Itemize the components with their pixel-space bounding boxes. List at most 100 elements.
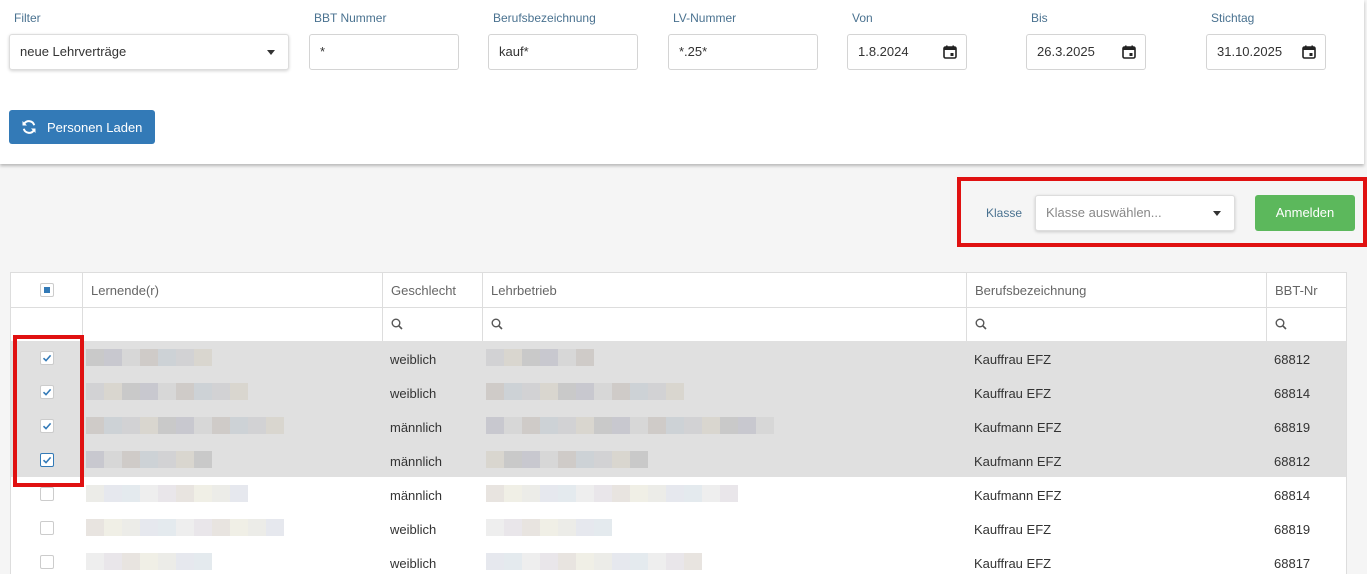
klasse-placeholder: Klasse auswählen... xyxy=(1046,205,1162,220)
cell-lernende xyxy=(82,477,382,511)
geschlecht-text: weiblich xyxy=(390,352,437,367)
klasse-select[interactable]: Klasse auswählen... xyxy=(1035,195,1235,231)
bbt-text: 68819 xyxy=(1274,420,1311,435)
beruf-text: Kauffrau EFZ xyxy=(974,386,1052,401)
row-checkbox[interactable] xyxy=(40,521,54,535)
redacted-text xyxy=(486,383,684,400)
redacted-text xyxy=(86,485,248,502)
persons-grid: Lernende(r) Geschlecht Lehrbetrieb Beruf… xyxy=(10,272,1347,574)
filter-lehrbetrieb-input[interactable] xyxy=(482,307,966,341)
cell-lehrbetrieb xyxy=(482,375,966,409)
cell-bbt: 68819 xyxy=(1266,511,1346,545)
table-row[interactable]: weiblich Kauffrau EFZ 68814 xyxy=(11,375,1346,409)
filter-select[interactable]: neue Lehrverträge xyxy=(9,34,289,70)
cell-geschlecht: männlich xyxy=(382,409,482,443)
cell-lehrbetrieb xyxy=(482,511,966,545)
bbt-text: 68819 xyxy=(1274,522,1311,537)
row-checkbox[interactable] xyxy=(40,555,54,569)
geschlecht-text: männlich xyxy=(390,420,443,435)
redacted-text xyxy=(86,451,212,468)
von-date-input[interactable]: 1.8.2024 xyxy=(847,34,967,70)
filter-select-value: neue Lehrverträge xyxy=(20,44,127,59)
cell-berufsbezeichnung: Kauffrau EFZ xyxy=(966,375,1266,409)
table-row[interactable]: männlich Kaufmann EFZ 68819 xyxy=(11,409,1346,443)
anmelden-button[interactable]: Anmelden xyxy=(1255,195,1355,231)
row-select-cell xyxy=(11,477,82,511)
load-persons-label: Personen Laden xyxy=(47,120,143,135)
calendar-icon[interactable] xyxy=(1122,45,1136,59)
filter-beruf-input[interactable] xyxy=(966,307,1266,341)
cell-bbt: 68817 xyxy=(1266,545,1346,574)
cell-geschlecht: männlich xyxy=(382,477,482,511)
bbt-text: 68814 xyxy=(1274,386,1311,401)
row-checkbox[interactable] xyxy=(40,385,54,399)
row-select-cell xyxy=(11,511,82,545)
search-icon xyxy=(1275,318,1287,330)
geschlecht-text: männlich xyxy=(390,488,443,503)
cell-geschlecht: weiblich xyxy=(382,511,482,545)
col-header-geschlecht[interactable]: Geschlecht xyxy=(382,273,482,307)
filter-bbt-input[interactable] xyxy=(1266,307,1346,341)
table-row[interactable]: männlich Kaufmann EFZ 68814 xyxy=(11,477,1346,511)
beruf-text: Kaufmann EFZ xyxy=(974,454,1062,469)
filter-cell-empty xyxy=(11,307,82,341)
redacted-text xyxy=(86,417,284,434)
cell-geschlecht: weiblich xyxy=(382,341,482,375)
lv-label: LV-Nummer xyxy=(673,11,737,25)
row-checkbox[interactable] xyxy=(40,453,54,467)
bbt-input[interactable]: * xyxy=(309,34,459,70)
redacted-text xyxy=(486,451,648,468)
col-header-berufsbezeichnung[interactable]: Berufsbezeichnung xyxy=(966,273,1266,307)
table-row[interactable]: männlich Kaufmann EFZ 68812 xyxy=(11,443,1346,477)
von-label: Von xyxy=(852,11,873,25)
col-header-lernende[interactable]: Lernende(r) xyxy=(82,273,382,307)
grid-filter-row xyxy=(11,307,1346,342)
calendar-icon[interactable] xyxy=(943,45,957,59)
row-checkbox[interactable] xyxy=(40,487,54,501)
filter-lernende-input[interactable] xyxy=(82,307,382,341)
redacted-text xyxy=(86,553,212,570)
calendar-icon[interactable] xyxy=(1302,45,1316,59)
cell-berufsbezeichnung: Kauffrau EFZ xyxy=(966,511,1266,545)
chevron-down-icon xyxy=(1213,211,1221,216)
filter-panel: Filter neue Lehrverträge BBT Nummer * Be… xyxy=(0,0,1364,164)
redacted-text xyxy=(486,349,594,366)
load-persons-button[interactable]: Personen Laden xyxy=(9,110,155,144)
bbt-text: 68814 xyxy=(1274,488,1311,503)
search-icon xyxy=(391,318,403,330)
cell-lehrbetrieb xyxy=(482,477,966,511)
row-select-cell xyxy=(11,545,82,574)
beruf-text: Kaufmann EFZ xyxy=(974,488,1062,503)
bis-date-input[interactable]: 26.3.2025 xyxy=(1026,34,1146,70)
beruf-text: Kauffrau EFZ xyxy=(974,522,1052,537)
check-icon xyxy=(42,422,52,430)
row-checkbox[interactable] xyxy=(40,351,54,365)
col-header-lehrbetrieb[interactable]: Lehrbetrieb xyxy=(482,273,966,307)
lv-input[interactable]: *.25* xyxy=(668,34,818,70)
klasse-label: Klasse xyxy=(986,206,1023,220)
cell-lehrbetrieb xyxy=(482,443,966,477)
redacted-text xyxy=(486,519,612,536)
bbt-label: BBT Nummer xyxy=(314,11,387,25)
cell-berufsbezeichnung: Kauffrau EFZ xyxy=(966,545,1266,574)
geschlecht-text: weiblich xyxy=(390,386,437,401)
col-header-bbt[interactable]: BBT-Nr xyxy=(1266,273,1346,307)
search-icon xyxy=(975,318,987,330)
search-icon xyxy=(491,318,503,330)
cell-lernende xyxy=(82,409,382,443)
filter-geschlecht-input[interactable] xyxy=(382,307,482,341)
refresh-icon xyxy=(22,120,36,134)
beruf-input[interactable]: kauf* xyxy=(488,34,638,70)
row-select-cell xyxy=(11,443,82,477)
table-row[interactable]: weiblich Kauffrau EFZ 68812 xyxy=(11,341,1346,375)
chevron-down-icon xyxy=(267,50,275,55)
select-all-checkbox[interactable] xyxy=(40,283,54,297)
table-row[interactable]: weiblich Kauffrau EFZ 68819 xyxy=(11,511,1346,545)
check-icon xyxy=(42,388,52,396)
table-row[interactable]: weiblich Kauffrau EFZ 68817 xyxy=(11,545,1346,574)
cell-bbt: 68814 xyxy=(1266,477,1346,511)
row-checkbox[interactable] xyxy=(40,419,54,433)
stichtag-date-input[interactable]: 31.10.2025 xyxy=(1206,34,1326,70)
cell-lernende xyxy=(82,545,382,574)
cell-bbt: 68812 xyxy=(1266,443,1346,477)
